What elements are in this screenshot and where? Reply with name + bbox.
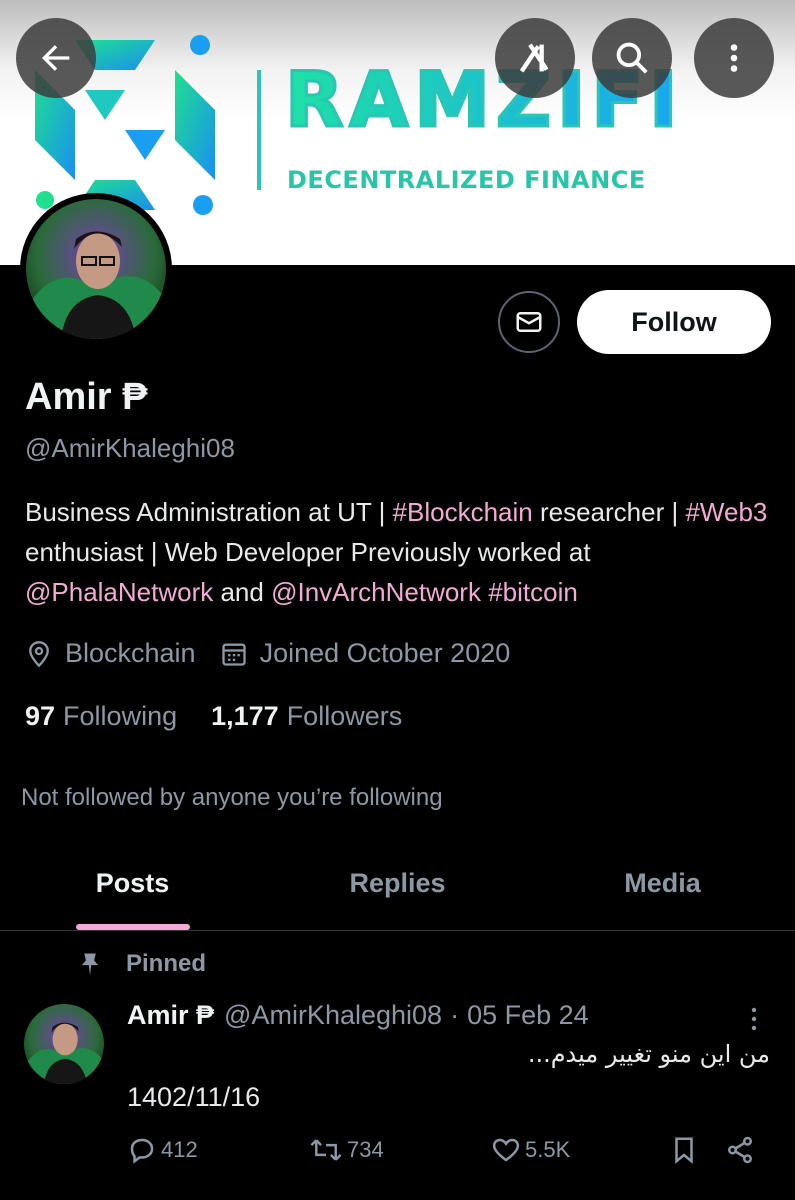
profile-meta: Blockchain Joined October 2020 bbox=[25, 638, 534, 669]
profile-tabs: Posts Replies Media bbox=[0, 846, 795, 931]
tab-label: Media bbox=[624, 868, 701, 898]
post-text-line: من این منو تغییر میدم... bbox=[527, 1040, 770, 1068]
followers-link[interactable]: 1,177 Followers bbox=[211, 701, 402, 732]
post-author-name[interactable]: Amir ₱ bbox=[127, 1000, 214, 1031]
grok-button[interactable] bbox=[495, 18, 575, 98]
more-vertical-icon bbox=[751, 1007, 757, 1031]
not-followed-notice: Not followed by anyone you’re following bbox=[21, 784, 443, 811]
reply-icon bbox=[130, 1138, 154, 1164]
profile-avatar[interactable] bbox=[20, 193, 172, 345]
followers-count: 1,177 bbox=[211, 701, 279, 731]
banner-tagline: DECENTRALIZED FINANCE bbox=[287, 166, 646, 194]
pinned-indicator: Pinned bbox=[76, 950, 206, 978]
active-tab-indicator bbox=[75, 924, 190, 930]
back-button[interactable] bbox=[16, 18, 96, 98]
bio-text: enthusiast | Web Developer Previously wo… bbox=[25, 537, 591, 567]
mention-link[interactable]: @PhalaNetwork bbox=[25, 577, 213, 607]
post-actions: 412 734 5.5K bbox=[127, 1135, 767, 1171]
bookmark-icon bbox=[675, 1137, 693, 1164]
followers-label: Followers bbox=[286, 701, 403, 731]
reply-button[interactable]: 412 bbox=[127, 1135, 198, 1165]
pin-icon bbox=[76, 950, 104, 978]
more-options-button[interactable] bbox=[694, 18, 774, 98]
following-label: Following bbox=[63, 701, 178, 731]
tab-media[interactable]: Media bbox=[530, 846, 795, 930]
share-icon bbox=[728, 1136, 752, 1164]
post-separator: · bbox=[450, 1000, 460, 1030]
profile-stats: 97 Following 1,177 Followers bbox=[25, 701, 436, 732]
post-avatar[interactable] bbox=[24, 1004, 104, 1084]
search-icon bbox=[616, 42, 648, 74]
profile-joined: Joined October 2020 bbox=[220, 638, 511, 669]
bio-text: researcher | bbox=[532, 497, 686, 527]
like-count: 5.5K bbox=[525, 1137, 571, 1162]
tab-label: Replies bbox=[349, 868, 446, 898]
post-header: Amir ₱ @AmirKhaleghi08 · 05 Feb 24 bbox=[127, 1000, 589, 1031]
bio-text: Business Administration at UT | bbox=[25, 497, 393, 527]
follow-button[interactable]: Follow bbox=[577, 290, 771, 354]
avatar-photo bbox=[24, 1004, 104, 1084]
grok-icon bbox=[519, 43, 549, 73]
calendar-icon bbox=[220, 640, 248, 668]
post-text-line: 1402/11/16 bbox=[127, 1082, 261, 1112]
avatar-photo bbox=[26, 199, 166, 339]
location-text: Blockchain bbox=[65, 638, 196, 668]
pinned-label: Pinned bbox=[126, 950, 207, 977]
profile-location: Blockchain bbox=[25, 638, 196, 669]
following-count: 97 bbox=[25, 701, 56, 731]
post-more-button[interactable] bbox=[744, 1005, 764, 1035]
profile-bio: Business Administration at UT | #Blockch… bbox=[25, 492, 785, 612]
arrow-left-icon bbox=[42, 45, 70, 71]
location-pin-icon bbox=[25, 640, 53, 668]
hashtag-link[interactable]: #bitcoin bbox=[488, 577, 578, 607]
tab-label: Posts bbox=[95, 868, 170, 898]
post-date[interactable]: 05 Feb 24 bbox=[467, 1000, 589, 1031]
tab-posts[interactable]: Posts bbox=[0, 846, 265, 930]
banner-divider bbox=[257, 70, 261, 190]
mention-link[interactable]: @InvArchNetwork bbox=[271, 577, 481, 607]
joined-text: Joined October 2020 bbox=[259, 638, 511, 668]
search-button[interactable] bbox=[592, 18, 672, 98]
message-button[interactable] bbox=[498, 291, 560, 353]
share-button[interactable] bbox=[725, 1135, 759, 1165]
reply-count: 412 bbox=[161, 1137, 198, 1162]
bio-text: and bbox=[213, 577, 272, 607]
more-vertical-icon bbox=[730, 44, 738, 72]
profile-name: Amir ₱ bbox=[25, 376, 148, 418]
repost-button[interactable]: 734 bbox=[309, 1135, 384, 1165]
following-link[interactable]: 97 Following bbox=[25, 701, 177, 732]
heart-icon bbox=[492, 1138, 520, 1162]
hashtag-link[interactable]: #Web3 bbox=[685, 497, 767, 527]
hashtag-link[interactable]: #Blockchain bbox=[393, 497, 533, 527]
tab-replies[interactable]: Replies bbox=[265, 846, 530, 930]
like-button[interactable]: 5.5K bbox=[491, 1135, 570, 1165]
post-author-handle[interactable]: @AmirKhaleghi08 bbox=[224, 1000, 442, 1031]
repost-count: 734 bbox=[347, 1137, 384, 1162]
profile-handle: @AmirKhaleghi08 bbox=[25, 433, 235, 463]
bookmark-button[interactable] bbox=[669, 1135, 703, 1165]
mail-icon bbox=[516, 312, 542, 332]
repost-icon bbox=[310, 1139, 342, 1161]
